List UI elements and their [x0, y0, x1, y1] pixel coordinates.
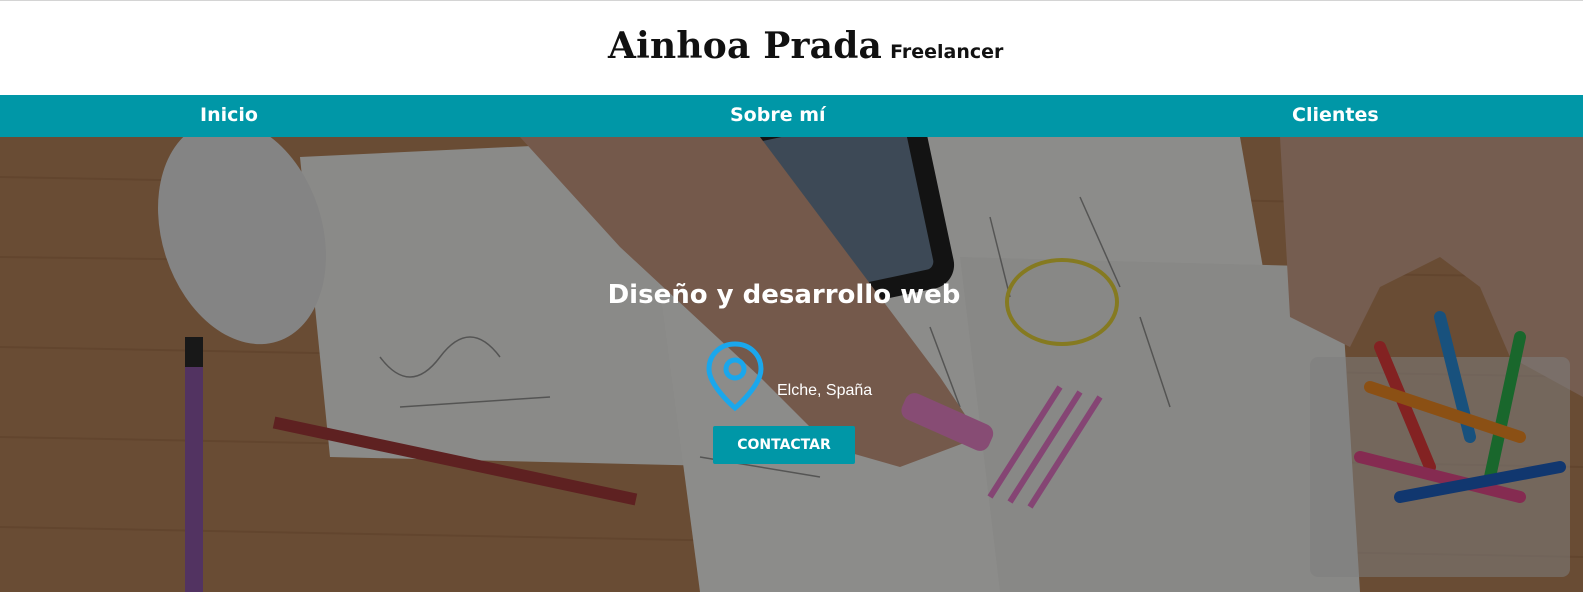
hero-background-image [0, 137, 1583, 592]
nav-item-inicio[interactable]: Inicio [200, 104, 258, 126]
brand[interactable]: Ainhoa Prada Freelancer [608, 25, 1003, 67]
brand-subtitle: Freelancer [890, 41, 1004, 63]
hero-section: Diseño y desarrollo web Elche, Spaña CON… [0, 137, 1583, 592]
brand-name: Ainhoa Prada [608, 25, 883, 67]
nav-item-sobre-mi[interactable]: Sobre mí [730, 104, 826, 126]
location-pin-icon [706, 341, 764, 412]
location-text: Elche, Spaña [777, 382, 873, 399]
nav-item-clientes[interactable]: Clientes [1292, 104, 1379, 126]
hero-title: Diseño y desarrollo web [607, 280, 961, 310]
site-header: Ainhoa Prada Freelancer [0, 1, 1583, 95]
page: Ainhoa Prada Freelancer Inicio Sobre mí C… [0, 0, 1583, 592]
main-nav: Inicio Sobre mí Clientes [0, 95, 1583, 137]
contact-button[interactable]: CONTACTAR [713, 426, 855, 464]
